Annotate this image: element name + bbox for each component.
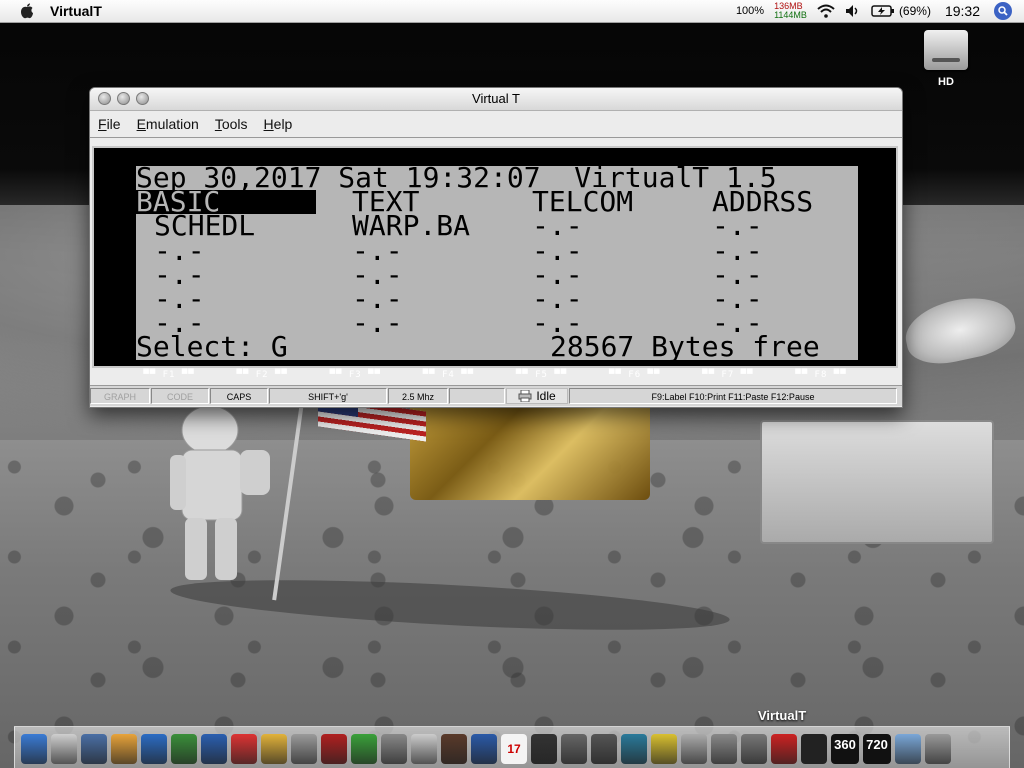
status-hotkeys: F9:Label F10:Print F11:Paste F12:Pause bbox=[569, 388, 897, 404]
status-spacer bbox=[449, 388, 505, 404]
system-menubar: VirtualT 100% 136MB 1144MB (69%) 19:32 bbox=[0, 0, 1024, 23]
window-titlebar[interactable]: Virtual T bbox=[90, 88, 902, 111]
dock-app-icon[interactable] bbox=[591, 734, 617, 764]
spotlight-search-icon[interactable] bbox=[994, 2, 1012, 20]
menubar-status-area: 100% 136MB 1144MB (69%) 19:32 bbox=[736, 0, 1024, 22]
status-idle-label: Idle bbox=[536, 389, 556, 403]
dock-app-icon[interactable] bbox=[261, 734, 287, 764]
lcd-empty-slot[interactable]: -.- bbox=[352, 309, 403, 337]
dock-tooltip: VirtualT bbox=[758, 708, 807, 723]
lcd-display[interactable]: Sep 30,2017 Sat 19:32:07 VirtualT 1.5 BA… bbox=[136, 166, 858, 360]
function-key-f4[interactable]: ▀▀ F4 ▀▀ bbox=[413, 370, 483, 384]
memory-monitor[interactable]: 136MB 1144MB bbox=[774, 2, 807, 20]
wallpaper-astronaut bbox=[170, 405, 270, 580]
memory-free: 1144MB bbox=[774, 10, 807, 20]
wallpaper-lander bbox=[410, 400, 650, 500]
function-key-f5[interactable]: ▀▀ F5 ▀▀ bbox=[507, 370, 577, 384]
dock-counter-icon[interactable]: 360 bbox=[831, 734, 859, 764]
dock-app-icon[interactable] bbox=[171, 734, 197, 764]
menu-file[interactable]: File bbox=[98, 116, 121, 132]
emulator-screen-frame: Sep 30,2017 Sat 19:32:07 VirtualT 1.5 BA… bbox=[92, 146, 898, 380]
wifi-icon[interactable] bbox=[817, 4, 835, 18]
function-key-f8[interactable]: ▀▀ F8 ▀▀ bbox=[786, 370, 856, 384]
window-controls bbox=[98, 92, 149, 105]
dock-app-icon[interactable] bbox=[895, 734, 921, 764]
dock-app-icon[interactable] bbox=[141, 734, 167, 764]
function-key-f3[interactable]: ▀▀ F3 ▀▀ bbox=[320, 370, 390, 384]
dock-app-icon[interactable] bbox=[291, 734, 317, 764]
apple-menu-icon[interactable] bbox=[18, 2, 36, 20]
status-speed: 2.5 Mhz bbox=[388, 388, 448, 404]
minimize-button[interactable] bbox=[117, 92, 130, 105]
window-title: Virtual T bbox=[472, 91, 520, 106]
dock-app-icon[interactable] bbox=[621, 734, 647, 764]
zoom-button[interactable] bbox=[136, 92, 149, 105]
dock-app-icon[interactable] bbox=[381, 734, 407, 764]
dock-calendar-icon[interactable]: 17 bbox=[501, 734, 527, 764]
zoom-level[interactable]: 100% bbox=[736, 5, 764, 17]
status-caps[interactable]: CAPS bbox=[210, 388, 268, 404]
menu-emulation[interactable]: Emulation bbox=[137, 116, 199, 132]
lcd-bottom-line: Select: G_ 28567 Bytes free bbox=[136, 330, 858, 360]
battery-percent: (69%) bbox=[898, 4, 931, 18]
dock-app-icon[interactable] bbox=[411, 734, 437, 764]
dock-app-icon[interactable] bbox=[441, 734, 467, 764]
desktop-hd-label: HD bbox=[938, 76, 954, 88]
hard-drive-icon bbox=[924, 30, 968, 70]
battery-icon bbox=[871, 5, 894, 17]
emulator-statusbar: GRAPH CODE CAPS SHIFT+'g' 2.5 Mhz Idle F… bbox=[90, 385, 902, 406]
dock-app-icon[interactable] bbox=[561, 734, 587, 764]
app-menubar: File Emulation Tools Help bbox=[90, 111, 902, 138]
dock-app-icon[interactable] bbox=[925, 734, 951, 764]
menubar-clock[interactable]: 19:32 bbox=[945, 3, 980, 19]
dock-app-icon[interactable] bbox=[771, 734, 797, 764]
menu-tools[interactable]: Tools bbox=[215, 116, 248, 132]
dock-app-icon[interactable] bbox=[471, 734, 497, 764]
volume-icon[interactable] bbox=[845, 4, 861, 18]
dock: 17 360 720 bbox=[14, 726, 1010, 768]
printer-icon bbox=[518, 390, 532, 402]
function-key-f2[interactable]: ▀▀ F2 ▀▀ bbox=[227, 370, 297, 384]
status-graph[interactable]: GRAPH bbox=[90, 388, 150, 404]
function-key-f6[interactable]: ▀▀ F6 ▀▀ bbox=[600, 370, 670, 384]
dock-app-icon[interactable] bbox=[21, 734, 47, 764]
dock-app-icon[interactable] bbox=[651, 734, 677, 764]
dock-app-icon[interactable] bbox=[321, 734, 347, 764]
active-app-name[interactable]: VirtualT bbox=[50, 3, 102, 19]
dock-app-icon[interactable] bbox=[81, 734, 107, 764]
dock-app-icon[interactable] bbox=[741, 734, 767, 764]
function-key-f1[interactable]: ▀▀ F1 ▀▀ bbox=[134, 370, 204, 384]
dock-app-icon[interactable] bbox=[711, 734, 737, 764]
dock-app-icon[interactable] bbox=[531, 734, 557, 764]
lcd-prompt: Select: G_ bbox=[136, 330, 305, 360]
wallpaper-rover bbox=[760, 420, 994, 544]
function-key-f7[interactable]: ▀▀ F7 ▀▀ bbox=[693, 370, 763, 384]
dock-app-icon[interactable] bbox=[681, 734, 707, 764]
dock-counter-icon[interactable]: 720 bbox=[863, 734, 891, 764]
status-shift: SHIFT+'g' bbox=[269, 388, 387, 404]
dock-app-icon[interactable] bbox=[231, 734, 257, 764]
dock-app-icon[interactable] bbox=[801, 734, 827, 764]
close-button[interactable] bbox=[98, 92, 111, 105]
virtualt-window: Virtual T File Emulation Tools Help Sep … bbox=[89, 87, 903, 408]
dock-app-icon[interactable] bbox=[351, 734, 377, 764]
status-code[interactable]: CODE bbox=[151, 388, 209, 404]
menu-help[interactable]: Help bbox=[264, 116, 293, 132]
dock-app-icon[interactable] bbox=[51, 734, 77, 764]
function-key-labels: ▀▀ F1 ▀▀ ▀▀ F2 ▀▀ ▀▀ F3 ▀▀ ▀▀ F4 ▀▀ ▀▀ F5 ▀▀… bbox=[134, 370, 856, 384]
dock-app-icon[interactable] bbox=[111, 734, 137, 764]
status-idle[interactable]: Idle bbox=[506, 388, 568, 404]
lcd-bytes-free: 28567 Bytes free bbox=[550, 330, 820, 360]
desktop-hd[interactable]: HD bbox=[918, 30, 974, 88]
battery-status[interactable]: (69%) bbox=[871, 4, 931, 18]
dock-app-icon[interactable] bbox=[201, 734, 227, 764]
